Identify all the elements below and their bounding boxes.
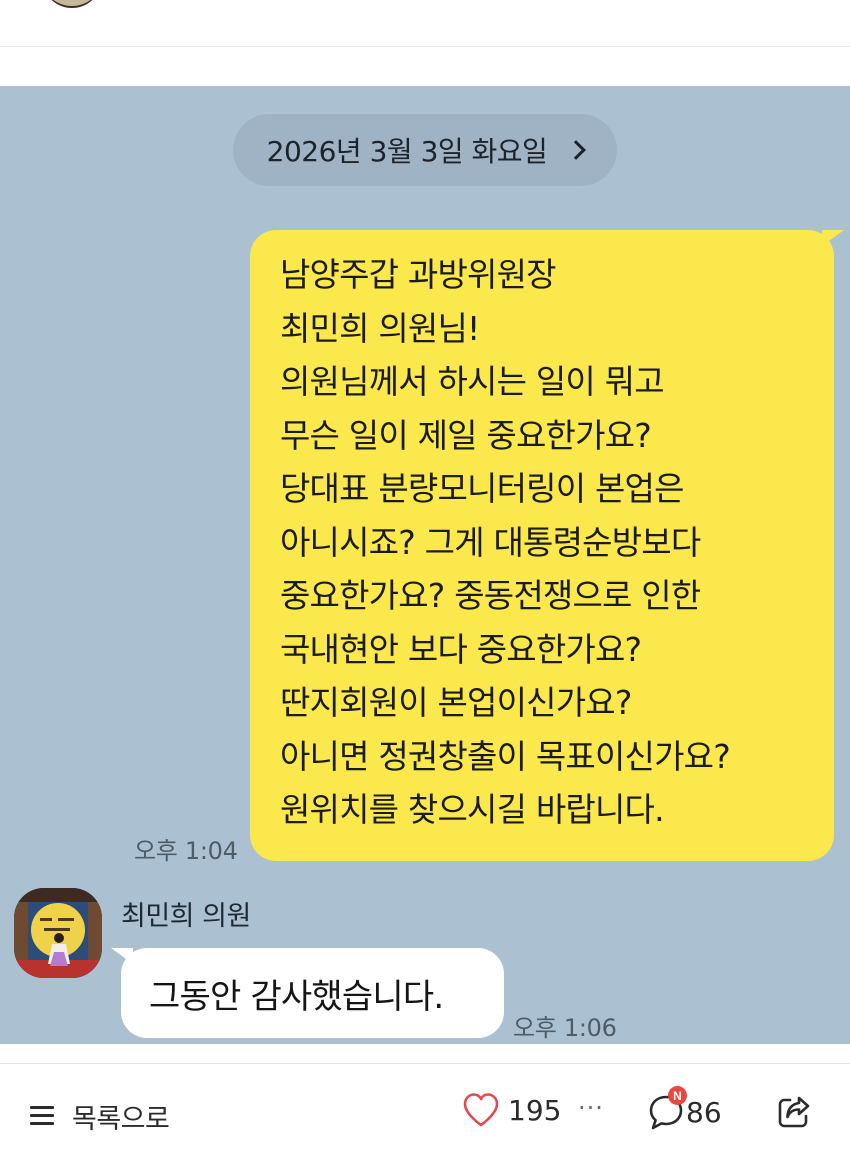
- message-line: 최민희 의원님!: [280, 308, 480, 348]
- hamburger-icon: [30, 1106, 54, 1126]
- their-message-bubble: 그동안 감사했습니다.: [111, 948, 504, 1038]
- comment-count: 86: [686, 1095, 722, 1129]
- share-button[interactable]: [776, 1094, 812, 1130]
- comments-button[interactable]: N 86: [648, 1086, 722, 1132]
- sender-name: 최민희 의원: [121, 901, 251, 932]
- back-to-list-label: 목록으로: [72, 1103, 170, 1135]
- chat-screenshot: 2026년 3월 3일 화요일 남양주갑 과방위원장 최민희 의원님! 의원님께…: [0, 86, 850, 1044]
- message-line: 원위치를 찾으시길 바랍니다.: [280, 790, 665, 829]
- message-line: 아니면 정권창출이 목표이신가요?: [280, 736, 731, 776]
- chevron-right-icon: [566, 140, 587, 160]
- message-line: 중요한가요? 중동전쟁으로 인한: [280, 576, 701, 615]
- back-to-list-button[interactable]: 목록으로: [30, 1096, 170, 1136]
- message-line: 남양주갑 과방위원장: [280, 255, 557, 294]
- heart-icon: [463, 1093, 499, 1127]
- date-divider-label: 2026년 3월 3일 화요일: [266, 135, 548, 168]
- avatar-photo: [14, 888, 102, 978]
- comment-icon-wrap: N: [648, 1086, 687, 1132]
- message-line: 의원님께서 하시는 일이 뭐고: [280, 362, 665, 401]
- message-line: 무슨 일이 제일 중요한가요?: [280, 415, 652, 455]
- message-timestamp: 오후 1:06: [513, 1014, 617, 1042]
- like-count: 195: [508, 1093, 562, 1127]
- message-text: 그동안 감사했습니다.: [149, 976, 444, 1017]
- bottom-action-bar: 목록으로 195 ··· N 86: [0, 1064, 850, 1160]
- message-line: 국내현안 보다 중요한가요?: [280, 629, 642, 669]
- message-line: 아니시죠? 그게 대통령순방보다: [280, 522, 701, 562]
- new-comment-badge: N: [668, 1086, 687, 1105]
- more-options-button[interactable]: ···: [578, 1094, 604, 1122]
- author-avatar[interactable]: [42, 0, 102, 8]
- message-line: 딴지회원이 본업이신가요?: [280, 683, 632, 722]
- like-button[interactable]: 195: [462, 1092, 561, 1128]
- header-divider: [0, 46, 850, 47]
- my-message-bubble: 남양주갑 과방위원장 최민희 의원님! 의원님께서 하시는 일이 뭐고 무슨 일…: [250, 230, 844, 861]
- post-page: 2026년 3월 3일 화요일 남양주갑 과방위원장 최민희 의원님! 의원님께…: [0, 0, 850, 1160]
- message-line: 당대표 분량모니터링이 본업은: [280, 469, 684, 508]
- date-divider[interactable]: 2026년 3월 3일 화요일: [233, 114, 617, 186]
- share-icon: [778, 1096, 810, 1128]
- message-timestamp: 오후 1:04: [134, 837, 238, 865]
- sender-avatar[interactable]: [14, 888, 102, 978]
